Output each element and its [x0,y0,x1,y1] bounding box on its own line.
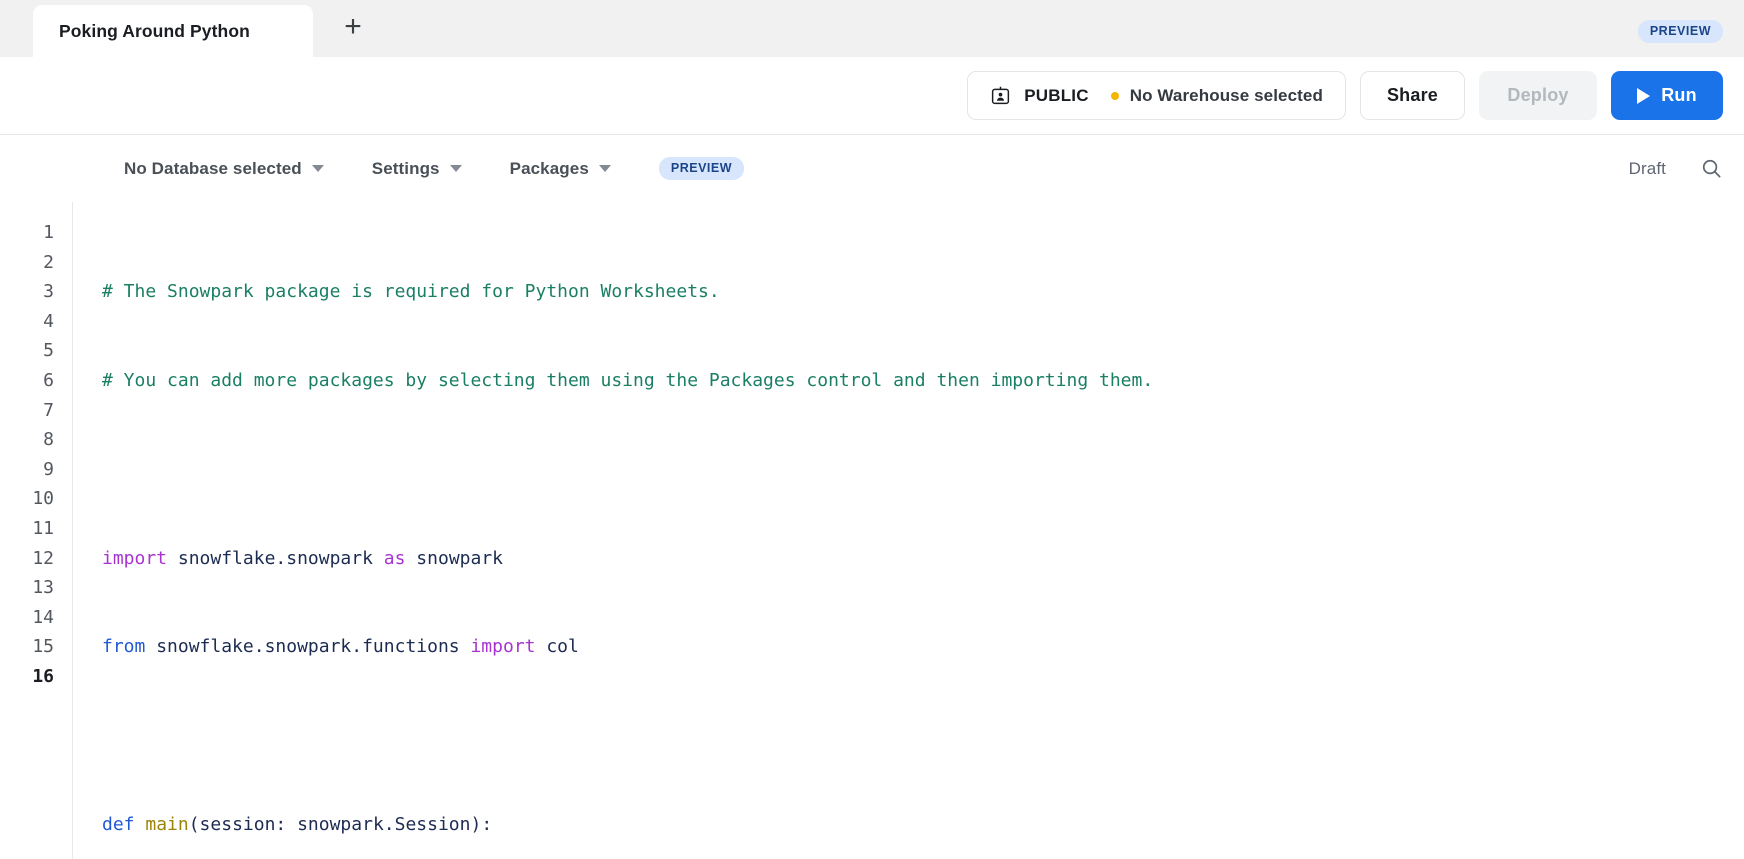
tab-bar: Poking Around Python + PREVIEW [0,0,1744,57]
line-number: 9 [43,458,54,480]
code-line: # The Snowpark package is required for P… [102,277,1744,307]
settings-menu[interactable]: Settings [372,159,462,179]
line-number: 2 [43,251,54,273]
chevron-down-icon [449,165,462,172]
warehouse-status[interactable]: No Warehouse selected [1110,85,1323,106]
line-number: 8 [43,429,54,451]
worksheet-tab-active[interactable]: Poking Around Python [33,5,313,57]
code-editor[interactable]: 1 2 3 4 5 6 7 8 9 10 11 12 13 14 15 16 #… [0,202,1744,859]
code-line: import snowflake.snowpark as snowpark [102,544,1744,574]
schema-label: PUBLIC [1024,85,1089,105]
line-number-current: 16 [32,665,54,687]
run-button[interactable]: Run [1611,71,1723,120]
line-number: 3 [43,281,54,303]
code-token-keyword: import [102,547,168,569]
database-selector[interactable]: No Database selected [124,159,324,179]
code-token-identifier: (session: snowpark.Session): [188,813,493,835]
search-icon[interactable] [1700,157,1723,180]
code-token-keyword: as [383,547,406,569]
play-icon [1637,87,1651,104]
settings-menu-label: Settings [371,158,440,178]
code-line: # You can add more packages by selecting… [102,366,1744,396]
code-token-identifier: snowpark [405,547,504,569]
code-line: def main(session: snowpark.Session): [102,810,1744,840]
code-line: from snowflake.snowpark.functions import… [102,632,1744,662]
packages-menu[interactable]: Packages [510,159,611,179]
draft-status-label: Draft [1628,158,1666,178]
line-number: 5 [43,340,54,362]
code-token-keyword: def [102,813,135,835]
run-button-label: Run [1661,85,1697,105]
line-number: 15 [32,636,54,658]
preview-badge-titlebar: PREVIEW [1637,20,1723,43]
line-number: 14 [32,606,54,628]
chevron-down-icon [311,165,324,172]
line-number: 10 [32,488,54,510]
code-token-keyword: from [102,636,146,658]
code-token-identifier [135,814,146,835]
new-tab-button[interactable]: + [326,5,380,57]
line-number: 1 [43,222,54,243]
primary-toolbar: PUBLIC No Warehouse selected Share Deplo… [0,57,1744,135]
line-number: 13 [32,577,54,599]
code-token-comment: # The Snowpark package is required for P… [102,281,720,303]
code-token-identifier: col [535,636,579,658]
chevron-down-icon [598,165,611,172]
share-button-label: Share [1386,85,1438,105]
context-selector[interactable]: PUBLIC No Warehouse selected [967,71,1346,120]
database-selector-label: No Database selected [124,158,302,178]
warehouse-status-dot [1110,91,1119,100]
secondary-toolbar: No Database selected Settings Packages P… [0,135,1744,202]
deploy-button-label: Deploy [1507,85,1569,105]
code-token-function: main [145,813,189,835]
code-token-identifier: snowflake.snowpark [167,547,384,569]
warehouse-label: No Warehouse selected [1129,85,1323,105]
line-number: 7 [43,399,54,421]
share-button[interactable]: Share [1359,71,1465,120]
line-number: 4 [43,310,54,332]
code-token-identifier: snowflake.snowpark.functions [145,636,471,658]
line-number: 6 [43,369,54,391]
line-number: 11 [32,517,54,539]
deploy-button: Deploy [1479,71,1597,120]
preview-badge-toolbar: PREVIEW [658,157,745,180]
packages-menu-label: Packages [509,158,589,178]
line-number: 12 [32,547,54,569]
code-content[interactable]: # The Snowpark package is required for P… [73,218,1744,859]
database-role-icon [990,85,1011,106]
code-token-comment: # You can add more packages by selecting… [102,369,1154,391]
code-token-keyword: import [470,636,536,658]
tab-title: Poking Around Python [59,20,250,41]
line-number-gutter: 1 2 3 4 5 6 7 8 9 10 11 12 13 14 15 16 [0,218,72,859]
